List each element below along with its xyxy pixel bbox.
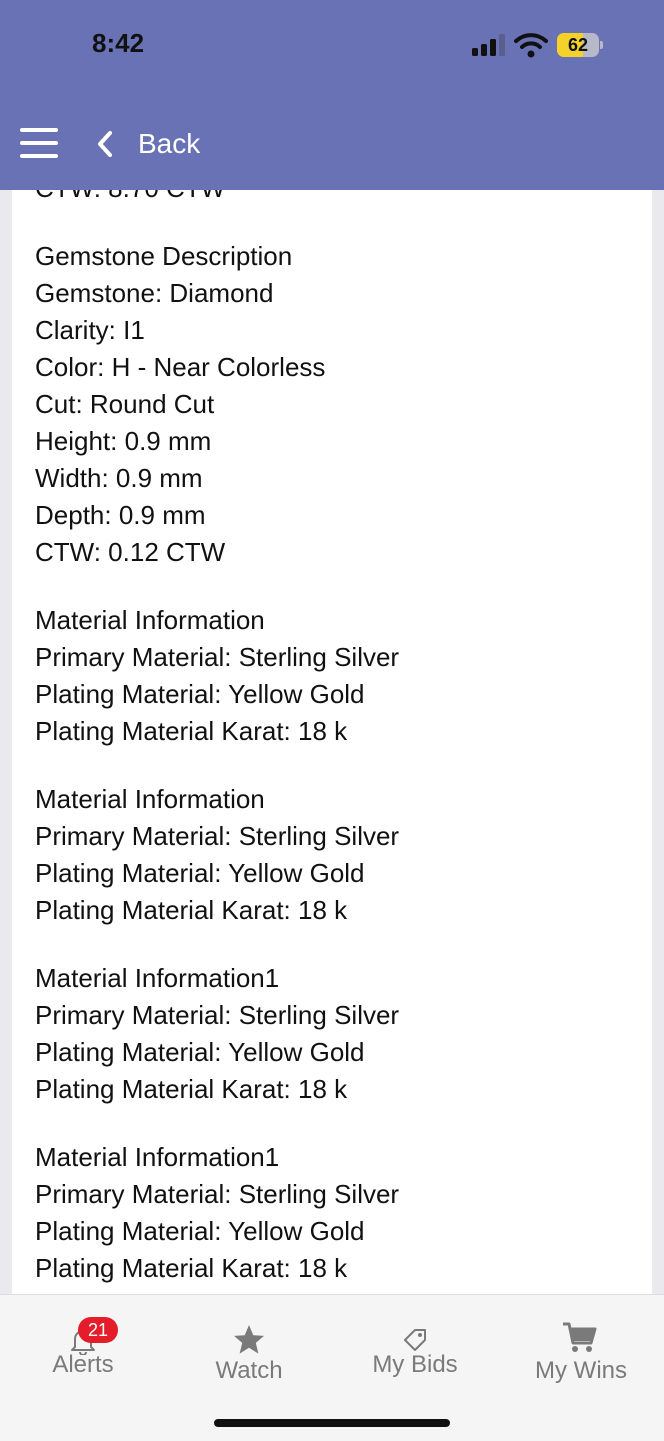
- depth-line: Depth: 0.9 mm: [35, 500, 206, 530]
- primary-material-line: Primary Material: Sterling Silver: [35, 821, 400, 851]
- material-title: Material Information1: [35, 1142, 280, 1172]
- hamburger-icon[interactable]: [20, 128, 58, 160]
- material-section: Material Information1 Primary Material: …: [35, 1139, 635, 1287]
- material-section: Material Information Primary Material: S…: [35, 781, 635, 929]
- app-header: 8:42 62 Back: [0, 0, 664, 190]
- home-indicator[interactable]: [214, 1419, 450, 1427]
- cellular-signal-icon: [472, 34, 505, 56]
- tab-alerts-label: Alerts: [52, 1351, 114, 1378]
- star-icon: [234, 1325, 264, 1354]
- chevron-left-icon: [98, 131, 112, 157]
- back-label: Back: [138, 128, 201, 159]
- tag-icon: [404, 1329, 426, 1351]
- wifi-icon: [514, 33, 548, 58]
- plating-karat-line: Plating Material Karat: 18 k: [35, 895, 348, 925]
- material-title: Material Information: [35, 605, 265, 635]
- plating-karat-line: Plating Material Karat: 18 k: [35, 716, 348, 746]
- gemstone-title: Gemstone Description: [35, 241, 293, 271]
- battery-percent: 62: [567, 35, 589, 55]
- plating-karat-line: Plating Material Karat: 18 k: [35, 1253, 348, 1283]
- plating-material-line: Plating Material: Yellow Gold: [35, 679, 365, 709]
- cut-line: Cut: Round Cut: [35, 389, 215, 419]
- material-section: Material Information1 Primary Material: …: [35, 960, 635, 1108]
- width-line: Width: 0.9 mm: [35, 463, 203, 493]
- battery-icon: 62: [557, 33, 603, 57]
- material-section: Material Information Primary Material: S…: [35, 602, 635, 750]
- back-button[interactable]: Back: [94, 120, 200, 168]
- material-title: Material Information1: [35, 963, 280, 993]
- tab-my-bids-label: My Bids: [372, 1351, 458, 1378]
- tab-watch-label: Watch: [215, 1357, 283, 1384]
- item-details-panel[interactable]: CTW: 8.70 CTW Gemstone Description Gemst…: [12, 150, 652, 1300]
- plating-karat-line: Plating Material Karat: 18 k: [35, 1074, 348, 1104]
- plating-material-line: Plating Material: Yellow Gold: [35, 1037, 365, 1067]
- item-details-content: CTW: 8.70 CTW Gemstone Description Gemst…: [35, 170, 635, 1287]
- gemstone-section: Gemstone Description Gemstone: Diamond C…: [35, 238, 635, 571]
- status-time: 8:42: [92, 28, 145, 58]
- primary-material-line: Primary Material: Sterling Silver: [35, 1179, 400, 1209]
- primary-material-line: Primary Material: Sterling Silver: [35, 1000, 400, 1030]
- tab-my-wins[interactable]: My Wins: [498, 1295, 664, 1405]
- material-title: Material Information: [35, 784, 265, 814]
- plating-material-line: Plating Material: Yellow Gold: [35, 858, 365, 888]
- tab-alerts[interactable]: 21 Alerts: [0, 1295, 166, 1405]
- alerts-badge: 21: [78, 1317, 118, 1343]
- plating-material-line: Plating Material: Yellow Gold: [35, 1216, 365, 1246]
- tab-my-bids[interactable]: My Bids: [332, 1295, 498, 1405]
- tab-watch[interactable]: Watch: [166, 1295, 332, 1405]
- cart-icon: [563, 1322, 597, 1352]
- gemstone-line: Gemstone: Diamond: [35, 278, 274, 308]
- height-line: Height: 0.9 mm: [35, 426, 212, 456]
- color-line: Color: H - Near Colorless: [35, 352, 326, 382]
- ctw-line: CTW: 0.12 CTW: [35, 537, 226, 567]
- tab-my-wins-label: My Wins: [535, 1357, 627, 1384]
- clarity-line: Clarity: I1: [35, 315, 145, 345]
- primary-material-line: Primary Material: Sterling Silver: [35, 642, 400, 672]
